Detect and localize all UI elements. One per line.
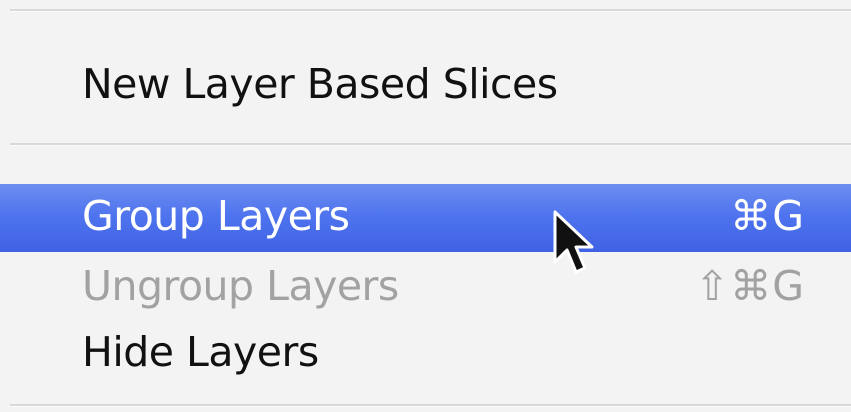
menu-item-label: Group Layers bbox=[82, 192, 350, 240]
menu-item-shortcut: ⌘G bbox=[730, 192, 805, 240]
menu-item-group-layers[interactable]: Group Layers ⌘G bbox=[0, 184, 851, 252]
menu-separator bbox=[10, 143, 851, 146]
menu-separator bbox=[10, 404, 851, 407]
menu-item-hide-layers[interactable]: Hide Layers bbox=[0, 324, 851, 374]
menu-item-label: New Layer Based Slices bbox=[82, 60, 558, 108]
menu-item-label: Hide Layers bbox=[82, 328, 319, 376]
menu-item-shortcut: ⇧⌘G bbox=[694, 262, 805, 310]
menu-item-new-layer-based-slices[interactable]: New Layer Based Slices bbox=[0, 64, 851, 114]
arrow-pointer-icon bbox=[553, 210, 594, 274]
menu-separator bbox=[10, 9, 851, 12]
context-menu: New Layer Based Slices Group Layers ⌘G U… bbox=[0, 0, 851, 412]
menu-item-ungroup-layers[interactable]: Ungroup Layers ⇧⌘G bbox=[0, 258, 851, 308]
menu-item-label: Ungroup Layers bbox=[82, 262, 399, 310]
